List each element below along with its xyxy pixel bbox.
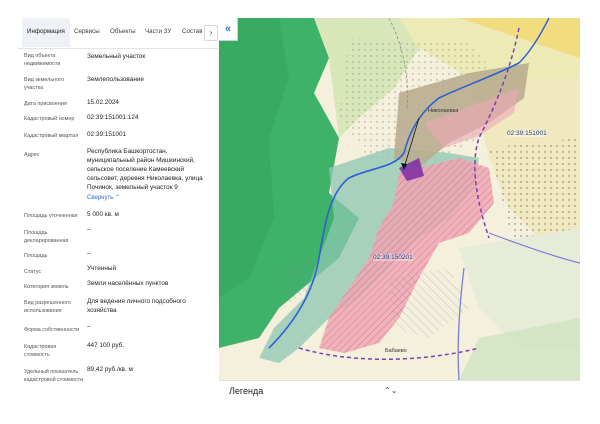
info-label-cadastral-value: Кадастровая стоимость bbox=[24, 344, 57, 359]
info-value-area-declared: – bbox=[87, 226, 91, 233]
tab-bar: Информация Сервисы Объекты Части ЗУ Сост… bbox=[18, 18, 218, 49]
info-label-land-category: Категория земель bbox=[24, 284, 69, 290]
info-value-cadastral-quarter[interactable]: 02:39:151001 bbox=[87, 131, 215, 140]
chevron-up-icon: ⌃ bbox=[115, 195, 121, 201]
info-value-area: – bbox=[87, 250, 91, 257]
tab-composition[interactable]: Состав bbox=[182, 18, 203, 47]
tab-objects[interactable]: Объекты bbox=[110, 18, 136, 47]
legend-title[interactable]: Легенда bbox=[229, 386, 263, 396]
address-collapse-label[interactable]: Свернуть bbox=[87, 195, 113, 201]
info-value-cadastral-value: 447 100 руб. bbox=[87, 342, 125, 349]
map-label-quarter-north: 02:39:151001 bbox=[507, 130, 547, 137]
tab-services[interactable]: Сервисы bbox=[74, 18, 100, 47]
info-label-ownership-form: Форма собственности bbox=[24, 327, 80, 333]
info-value-area-refined: 5 000 кв. м bbox=[87, 211, 119, 218]
info-value-ownership-form: – bbox=[87, 323, 91, 330]
map-label-village-north: Николаевка bbox=[428, 108, 459, 114]
info-label-cadastral-quarter: Кадастровый квартал bbox=[24, 133, 79, 139]
info-value-unit-value: 89,42 руб./кв. м bbox=[87, 366, 133, 373]
info-value-status: Учтенный bbox=[87, 265, 117, 272]
info-value-permitted-use: Для ведения личного подсобного хозяйства bbox=[87, 298, 186, 314]
info-label-area-refined: Площадь уточненная bbox=[24, 213, 78, 219]
address-collapse-link[interactable]: Свернуть ⌃ bbox=[87, 194, 215, 203]
info-label-address: Адрес bbox=[24, 152, 40, 158]
info-value-parcel-type: Землепользование bbox=[87, 76, 144, 83]
cadastral-map[interactable]: « 02:39:151001 02:39:150201 Николаевка Б… bbox=[219, 18, 580, 403]
legend-bar[interactable]: Легенда ⌃⌄ bbox=[219, 380, 580, 403]
info-label-status: Статус bbox=[24, 269, 42, 275]
panel-collapse-button[interactable]: « bbox=[219, 18, 238, 41]
tab-land-parts[interactable]: Части ЗУ bbox=[145, 18, 171, 47]
map-label-quarter-center: 02:39:150201 bbox=[373, 254, 413, 261]
info-label-object-type: Вид объекта недвижимости bbox=[24, 53, 61, 68]
info-value-cadastral-number[interactable]: 02:39:151001:124 bbox=[87, 114, 215, 123]
tabs-scroll-right-button[interactable]: › bbox=[204, 25, 218, 41]
info-label-area: Площадь bbox=[24, 253, 48, 259]
info-label-permitted-use: Вид разрешенного использования bbox=[24, 300, 71, 315]
info-label-assign-date: Дата присвоения bbox=[24, 101, 67, 107]
info-value-address: Республика Башкортостан, муниципальный р… bbox=[87, 148, 203, 191]
info-label-unit-value: Удельный показатель кадастровой стоимост… bbox=[24, 369, 84, 384]
info-value-object-type: Земельный участок bbox=[87, 53, 146, 60]
info-label-area-declared: Площадь декларированная bbox=[24, 230, 69, 245]
tab-information[interactable]: Информация bbox=[22, 18, 70, 47]
chevron-updown-icon[interactable]: ⌃⌄ bbox=[384, 386, 397, 395]
info-label-parcel-type: Вид земельного участка bbox=[24, 77, 64, 92]
info-value-land-category: Земли населённых пунктов bbox=[87, 280, 169, 287]
map-canvas[interactable] bbox=[219, 18, 580, 403]
info-panel: Информация Сервисы Объекты Части ЗУ Сост… bbox=[18, 18, 218, 402]
map-label-village-south: Бабаево bbox=[385, 348, 407, 354]
info-label-cadastral-number: Кадастровый номер bbox=[24, 116, 75, 122]
info-value-assign-date: 15.02.2024 bbox=[87, 99, 119, 106]
